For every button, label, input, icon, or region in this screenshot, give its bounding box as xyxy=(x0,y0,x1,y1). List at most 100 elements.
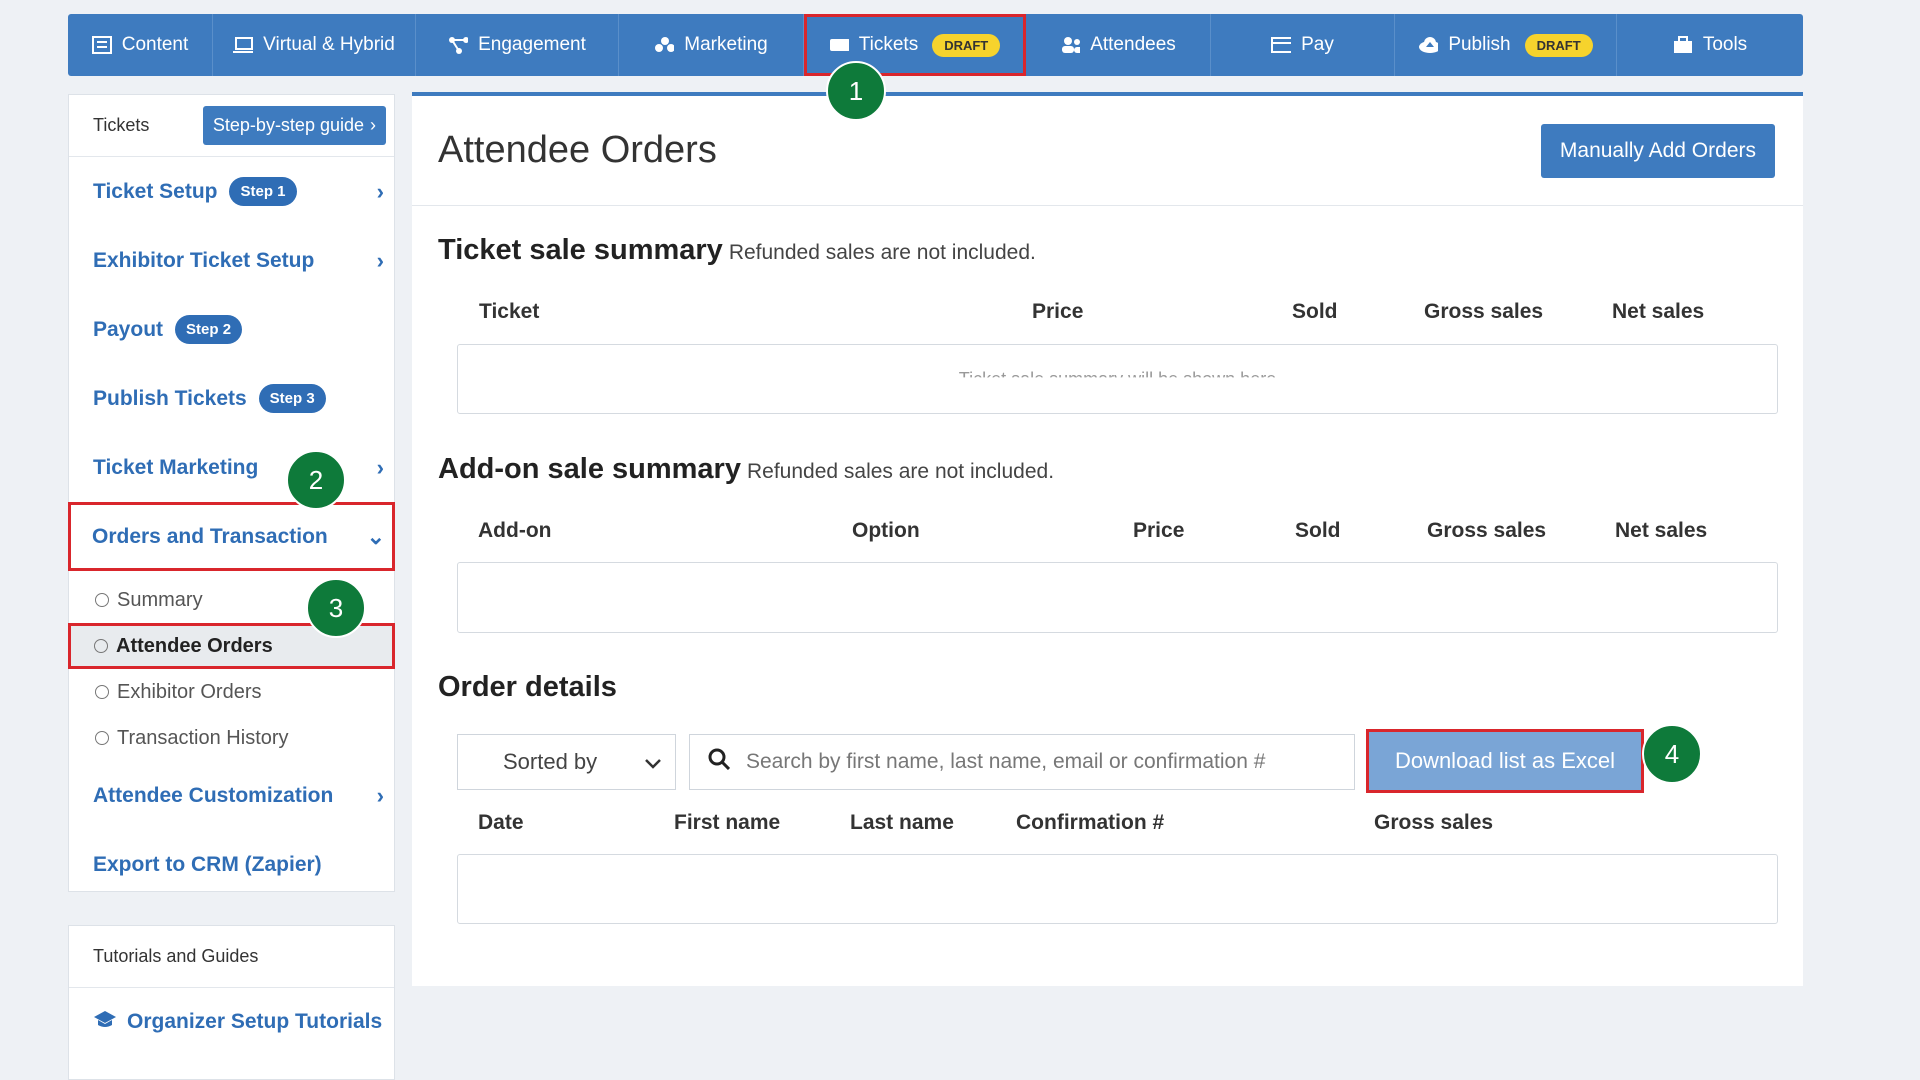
nav-content[interactable]: Content xyxy=(68,14,213,76)
column-header: Sold xyxy=(1295,519,1341,542)
download-excel-button[interactable]: Download list as Excel xyxy=(1366,729,1644,793)
nav-label: Tools xyxy=(1702,34,1748,55)
nav-engagement[interactable]: Engagement xyxy=(416,14,619,76)
column-header: Net sales xyxy=(1612,300,1705,323)
ticket-summary-title: Ticket sale summary Refunded sales are no… xyxy=(438,234,1036,267)
step-by-step-guide-button[interactable]: Step-by-step guide › xyxy=(202,106,386,145)
column-header: First name xyxy=(674,811,781,834)
list-icon xyxy=(91,35,112,55)
radio-icon xyxy=(95,685,109,699)
sidebar-item-label: Attendee Customization xyxy=(93,783,334,807)
nav-label: Attendees xyxy=(1090,34,1176,55)
subitem-label: Attendee Orders xyxy=(116,634,273,657)
sidebar-item-attendee-customization[interactable]: Attendee Customization › xyxy=(69,761,394,830)
toolbox-icon xyxy=(1673,35,1693,55)
subitem-label: Summary xyxy=(117,588,203,611)
chevron-right-icon: › xyxy=(376,178,384,204)
sidebar-item-publish-tickets[interactable]: Publish Tickets Step 3 xyxy=(69,364,394,433)
nav-label: Virtual & Hybrid xyxy=(263,34,395,55)
cloud-upload-icon xyxy=(1418,35,1439,55)
subitem-exhibitor-orders[interactable]: Exhibitor Orders xyxy=(69,669,394,715)
top-navigation: Content Virtual & Hybrid Engagement Mark… xyxy=(68,14,1803,76)
sidebar-item-label: Ticket Marketing xyxy=(93,455,259,479)
section-note: Refunded sales are not included. xyxy=(728,241,1036,264)
tutorials-header: Tutorials and Guides xyxy=(69,926,394,988)
network-icon xyxy=(448,35,469,55)
column-header: Date xyxy=(478,811,524,834)
sidebar-item-label: Export to CRM (Zapier) xyxy=(93,852,322,876)
chevron-right-icon: › xyxy=(376,247,384,273)
credit-card-icon xyxy=(1271,35,1292,55)
sidebar-item-exhibitor-ticket-setup[interactable]: Exhibitor Ticket Setup › xyxy=(69,226,394,295)
nav-publish[interactable]: Publish DRAFT xyxy=(1395,14,1617,76)
sidebar-item-label: Ticket Setup xyxy=(93,179,218,203)
nav-label: Pay xyxy=(1301,34,1334,55)
people-group-icon xyxy=(654,35,675,55)
addon-summary-title: Add-on sale summary Refunded sales are no… xyxy=(438,453,1054,486)
chevron-down-icon: ⌄ xyxy=(366,523,385,549)
subitem-label: Transaction History xyxy=(117,726,289,749)
step-marker-4: 4 xyxy=(1642,724,1702,784)
orders-table xyxy=(457,854,1778,924)
step-marker-3: 3 xyxy=(306,578,366,638)
users-icon xyxy=(1060,35,1081,55)
search-icon xyxy=(708,748,731,776)
nav-tools[interactable]: Tools xyxy=(1617,14,1803,76)
nav-pay[interactable]: Pay xyxy=(1211,14,1395,76)
step-badge: Step 1 xyxy=(229,177,297,206)
radio-icon xyxy=(95,593,109,607)
step-badge: Step 3 xyxy=(258,384,326,413)
step-marker-1: 1 xyxy=(826,61,886,121)
sidebar-item-export-crm[interactable]: Export to CRM (Zapier) xyxy=(69,830,394,899)
sidebar-header: Tickets Step-by-step guide › xyxy=(69,95,394,157)
column-header: Price xyxy=(1032,300,1084,323)
sorted-by-label: Sorted by xyxy=(503,749,598,774)
radio-icon xyxy=(94,639,108,653)
addon-summary-table xyxy=(457,562,1778,633)
column-header: Price xyxy=(1133,519,1185,542)
nav-label: Engagement xyxy=(478,34,586,55)
nav-attendees[interactable]: Attendees xyxy=(1026,14,1211,76)
column-header: Confirmation # xyxy=(1016,811,1165,834)
column-header: Gross sales xyxy=(1374,811,1494,834)
nav-label: Publish xyxy=(1448,34,1511,55)
chevron-right-icon: › xyxy=(370,115,376,135)
page-title: Attendee Orders xyxy=(438,129,717,171)
search-placeholder: Search by first name, last name, email o… xyxy=(746,750,1266,773)
graduation-cap-icon xyxy=(93,1010,117,1034)
manually-add-orders-button[interactable]: Manually Add Orders xyxy=(1540,123,1775,178)
order-details-title: Order details xyxy=(438,671,617,703)
sidebar-item-orders-and-transaction[interactable]: Orders and Transaction ⌄ xyxy=(68,502,395,571)
sidebar-item-ticket-setup[interactable]: Ticket Setup Step 1 › xyxy=(69,157,394,226)
sidebar: Tickets Step-by-step guide › Ticket Setu… xyxy=(68,94,395,892)
radio-icon xyxy=(95,731,109,745)
empty-state-text: Ticket sale summary will be shown here xyxy=(958,369,1277,389)
column-header: Last name xyxy=(850,811,954,834)
column-header: Net sales xyxy=(1615,519,1708,542)
main-header: Attendee Orders Manually Add Orders xyxy=(412,96,1803,206)
column-header: Option xyxy=(852,519,920,542)
sidebar-title: Tickets xyxy=(93,115,150,135)
chevron-down-icon xyxy=(645,749,661,775)
ticket-summary-table: Ticket sale summary will be shown here xyxy=(457,344,1778,414)
step-badge: Step 2 xyxy=(175,315,243,344)
subitem-transaction-history[interactable]: Transaction History xyxy=(69,715,394,761)
tutorials-link-label: Organizer Setup Tutorials xyxy=(127,1010,383,1033)
sorted-by-select[interactable]: Sorted by xyxy=(457,734,676,790)
nav-virtual-hybrid[interactable]: Virtual & Hybrid xyxy=(213,14,416,76)
column-header: Sold xyxy=(1292,300,1338,323)
tutorials-panel: Tutorials and Guides Organizer Setup Tut… xyxy=(68,925,395,1080)
ticket-icon xyxy=(829,35,849,55)
search-input[interactable]: Search by first name, last name, email o… xyxy=(689,734,1355,790)
step-marker-2: 2 xyxy=(286,450,346,510)
sidebar-item-payout[interactable]: Payout Step 2 xyxy=(69,295,394,364)
laptop-icon xyxy=(233,35,254,55)
section-heading: Add-on sale summary xyxy=(438,453,741,485)
organizer-setup-tutorials-link[interactable]: Organizer Setup Tutorials xyxy=(69,988,394,1034)
sidebar-item-label: Orders and Transaction xyxy=(92,524,328,548)
sidebar-item-ticket-marketing[interactable]: Ticket Marketing › xyxy=(69,433,394,502)
nav-marketing[interactable]: Marketing xyxy=(619,14,804,76)
nav-label: Marketing xyxy=(684,34,768,55)
column-header: Ticket xyxy=(479,300,540,323)
chevron-right-icon: › xyxy=(376,782,384,808)
